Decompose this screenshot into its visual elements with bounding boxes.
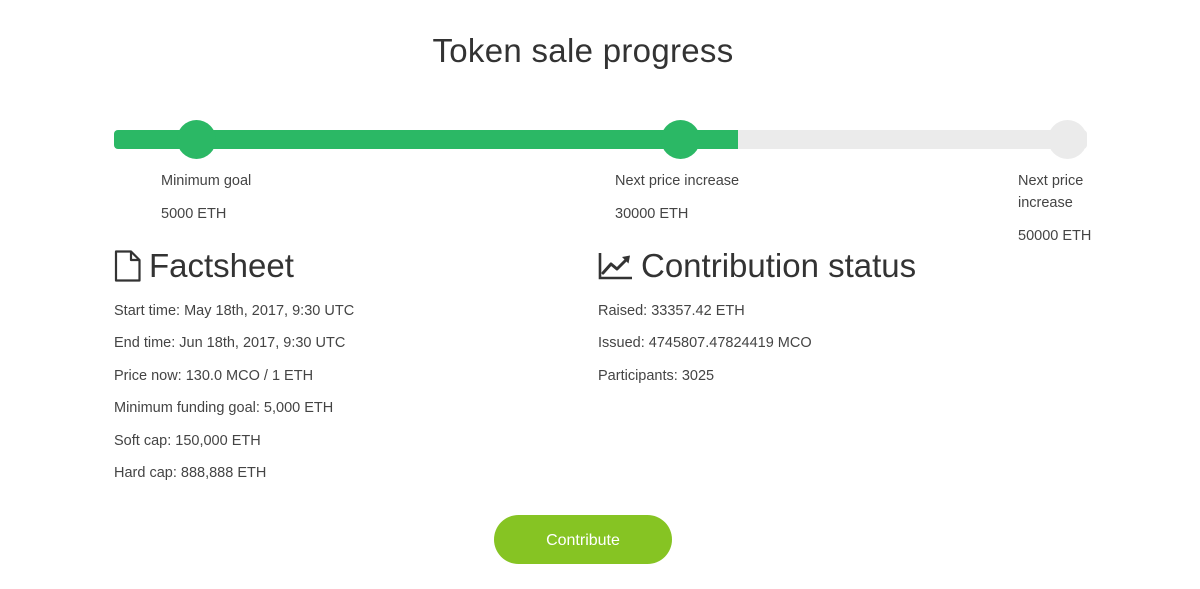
contribution-heading: Contribution status <box>598 247 916 285</box>
milestone-dot-minimum-goal <box>177 120 216 159</box>
milestone-minimum-goal: Minimum goal 5000 ETH <box>161 170 361 225</box>
milestone-value: 50000 ETH <box>1018 228 1092 244</box>
contribution-title: Contribution status <box>641 247 917 284</box>
document-icon <box>114 250 141 282</box>
contribution-item: Participants: 3025 <box>598 367 715 384</box>
factsheet-item: End time: Jun 18th, 2017, 9:30 UTC <box>114 335 346 352</box>
milestone-dot-price-increase-1 <box>661 120 700 159</box>
page-title: Token sale progress <box>432 32 734 69</box>
line-chart-icon <box>598 253 632 280</box>
milestone-dot-price-increase-2 <box>1048 120 1087 159</box>
milestone-price-increase-2: Next price increase 50000 ETH <box>1018 170 1100 247</box>
factsheet-item: Hard cap: 888,888 ETH <box>114 464 267 481</box>
milestone-value: 30000 ETH <box>615 206 689 222</box>
factsheet-item: Minimum funding goal: 5,000 ETH <box>114 400 334 417</box>
token-sale-page: Token sale progress Minimum goal 5000 ET… <box>0 0 1200 589</box>
factsheet-item: Price now: 130.0 MCO / 1 ETH <box>114 367 314 384</box>
factsheet-list: Start time: May 18th, 2017, 9:30 UTC End… <box>114 300 354 494</box>
milestone-label: Next price increase <box>615 173 740 189</box>
contribution-item: Issued: 4745807.47824419 MCO <box>598 335 812 352</box>
progress-track <box>114 130 1087 149</box>
milestone-value: 5000 ETH <box>161 206 227 222</box>
milestone-price-increase-1: Next price increase 30000 ETH <box>615 170 815 225</box>
factsheet-item: Start time: May 18th, 2017, 9:30 UTC <box>114 303 355 319</box>
milestone-label: Minimum goal <box>161 173 252 189</box>
contribution-list: Raised: 33357.42 ETH Issued: 4745807.478… <box>598 300 812 397</box>
contribution-item: Raised: 33357.42 ETH <box>598 303 745 319</box>
factsheet-item: Soft cap: 150,000 ETH <box>114 432 261 449</box>
factsheet-heading: Factsheet <box>114 247 294 285</box>
milestone-label: Next price increase <box>1018 173 1084 211</box>
factsheet-title: Factsheet <box>149 247 294 284</box>
contribute-button[interactable]: Contribute <box>494 515 672 564</box>
